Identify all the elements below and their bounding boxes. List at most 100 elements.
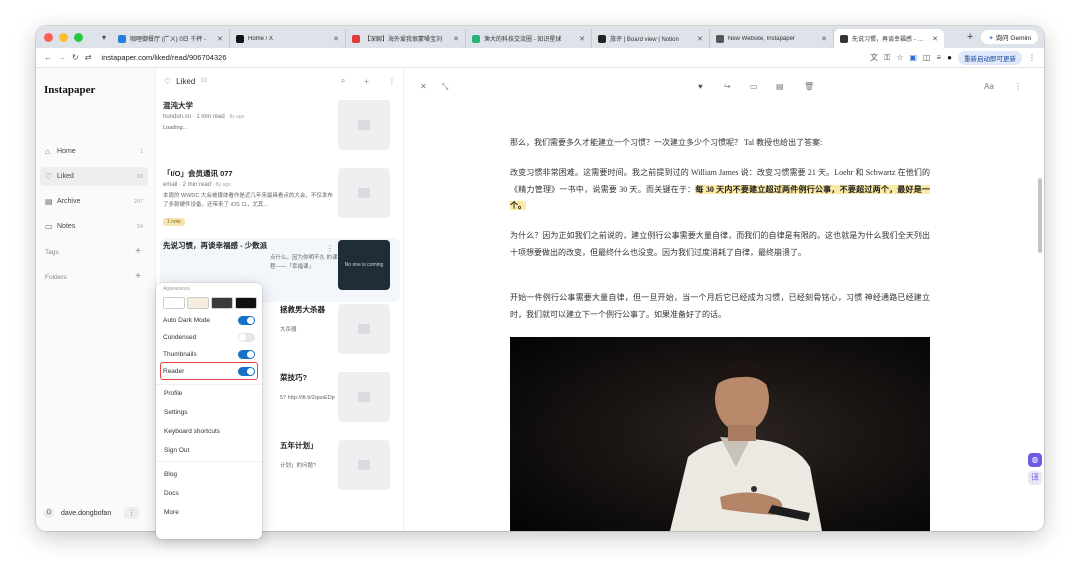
toggle-switch[interactable] bbox=[238, 315, 255, 325]
tab-close-icon[interactable]: ✕ bbox=[453, 35, 459, 43]
profile-avatar-icon[interactable]: ● bbox=[947, 53, 952, 62]
window-controls bbox=[36, 32, 96, 42]
menu-item[interactable]: Keyboard shortcuts bbox=[164, 428, 220, 435]
update-button[interactable]: 重新启动即可更新 bbox=[958, 50, 1022, 65]
thumbnail-text: No one is coming bbox=[344, 262, 384, 268]
toggle-row-condensed: Condensed bbox=[163, 330, 255, 344]
theme-swatch-sepia[interactable] bbox=[187, 297, 209, 309]
more-icon[interactable]: ⋮ bbox=[124, 507, 140, 519]
tab-2[interactable]: 【深聊】海外爱我很蒙嗓宝刘 ✕ bbox=[346, 29, 466, 48]
tab-3[interactable]: 渔大的科技交流圈 - 知识星球 ✕ bbox=[466, 29, 592, 48]
close-icon[interactable]: ✕ bbox=[420, 82, 427, 91]
gemini-button[interactable]: ✦ 询问 Gemini bbox=[981, 30, 1038, 44]
article-thumbnail: No one is coming bbox=[338, 240, 390, 290]
translate-float-icon[interactable]: 译 bbox=[1028, 471, 1042, 485]
sidebar-item-count: 54 bbox=[136, 223, 143, 230]
reader-more-icon[interactable]: ⋮ bbox=[1014, 82, 1022, 91]
menu-item[interactable]: Sign Out bbox=[164, 447, 189, 454]
expand-icon[interactable]: ⤡ bbox=[442, 82, 448, 92]
toggle-label: Auto Dark Mode bbox=[163, 316, 210, 324]
avatar: D bbox=[44, 508, 54, 518]
tab-close-icon[interactable]: ✕ bbox=[821, 35, 827, 43]
folder-icon[interactable]: ▭ bbox=[750, 82, 758, 91]
tab-close-icon[interactable]: ✕ bbox=[333, 35, 339, 43]
list-item[interactable]: 混沌大学 hundun.cn · 1 min read · 8y ago Loadi… bbox=[160, 98, 400, 162]
menu-item[interactable]: Blog bbox=[164, 471, 177, 478]
maximize-window-button[interactable] bbox=[74, 32, 83, 42]
search-icon[interactable]: ⌕ bbox=[341, 76, 345, 86]
sidebar-item-liked[interactable]: ♡ Liked 10 bbox=[40, 167, 148, 186]
add-folder-icon[interactable]: + bbox=[135, 272, 141, 282]
tab-0[interactable]: 咖哩御餐厅 (广ㄨ) 0日 千秤 - ✕ bbox=[112, 29, 230, 48]
back-icon[interactable]: ← bbox=[44, 53, 52, 62]
list-more-icon[interactable]: ⋮ bbox=[388, 77, 396, 86]
article-thumbnail bbox=[338, 304, 390, 354]
trash-icon[interactable]: 🗑 bbox=[804, 82, 814, 91]
address-bar[interactable]: instapaper.com/liked/read/906704326 bbox=[101, 53, 864, 62]
archive-icon[interactable]: ▤ bbox=[776, 82, 784, 91]
font-settings-button[interactable]: Aa bbox=[984, 82, 994, 91]
scrollbar[interactable] bbox=[1038, 178, 1042, 253]
new-tab-button[interactable]: + bbox=[959, 31, 981, 43]
tab-1[interactable]: Home / X ✕ bbox=[230, 29, 346, 48]
add-tag-icon[interactable]: + bbox=[135, 247, 141, 257]
translate-icon[interactable]: 文 bbox=[870, 52, 878, 63]
toggle-switch[interactable] bbox=[238, 332, 255, 342]
archive-icon: ▤ bbox=[45, 197, 53, 206]
sidebar-item-count: 10 bbox=[136, 173, 143, 180]
browser-menu-icon[interactable]: ⋮ bbox=[1028, 53, 1036, 62]
bookmark-star-icon[interactable]: ☆ bbox=[896, 53, 903, 62]
tab-search-chevron-icon[interactable]: ▾ bbox=[96, 33, 112, 42]
extension-icon[interactable]: ▣ bbox=[909, 53, 917, 62]
menu-item[interactable]: Profile bbox=[164, 390, 182, 397]
menu-item[interactable]: More bbox=[164, 509, 179, 516]
sidebar-item-home[interactable]: ⌂ Home 1 bbox=[40, 142, 148, 161]
sidebar-item-label: Home bbox=[57, 148, 76, 155]
article-age: · 8y ago bbox=[226, 114, 245, 120]
theme-swatch-gray[interactable] bbox=[211, 297, 233, 309]
user-account[interactable]: D dave.dongbofan ⋮ bbox=[44, 507, 140, 519]
sidebar-item-notes[interactable]: ▭ Notes 54 bbox=[40, 217, 148, 236]
password-key-icon[interactable]: ⚿ bbox=[884, 53, 890, 63]
reload-icon[interactable]: ↻ bbox=[72, 53, 79, 62]
forward-icon[interactable]: → bbox=[58, 53, 66, 62]
tab-bar: ▾ 咖哩御餐厅 (广ㄨ) 0日 千秤 - ✕ Home / X ✕ 【深聊】海外爱我很蒙… bbox=[36, 26, 1044, 48]
tab-close-icon[interactable]: ✕ bbox=[697, 35, 703, 43]
sidebar: Instapaper ⌂ Home 1 ♡ Liked 10 ▤ Archive 297 ▭ Not… bbox=[36, 68, 156, 531]
gemini-label: 询问 Gemini bbox=[995, 35, 1031, 42]
tab-6[interactable]: 先说习惯，再谈幸福感 - 少数 ✕ bbox=[834, 29, 944, 48]
tab-close-icon[interactable]: ✕ bbox=[932, 35, 938, 43]
list-header: ♡ Liked 10 ⌕ + ⋮ bbox=[164, 76, 396, 86]
tab-5[interactable]: New Website, Instapaper ✕ bbox=[710, 29, 834, 48]
menu-item[interactable]: Settings bbox=[164, 409, 188, 416]
tab-favicon-icon bbox=[118, 34, 126, 43]
add-icon[interactable]: + bbox=[364, 77, 369, 86]
minimize-window-button[interactable] bbox=[59, 32, 68, 42]
article-more-icon[interactable]: ⋮ bbox=[326, 244, 334, 253]
list-item[interactable]: 「I/O」会员通讯 077 email · 2 min read · 8y ago… bbox=[160, 166, 400, 230]
reading-list-icon[interactable]: ≡ bbox=[936, 53, 941, 62]
toggle-label: Condensed bbox=[163, 333, 197, 341]
tab-close-icon[interactable]: ✕ bbox=[579, 35, 585, 43]
image-placeholder-icon bbox=[358, 324, 370, 334]
tab-4[interactable]: 旅评 | Board view | Notion ✕ bbox=[592, 29, 710, 48]
tab-label: 旅评 | Board view | Notion bbox=[610, 37, 679, 43]
sidebar-item-archive[interactable]: ▤ Archive 297 bbox=[40, 192, 148, 211]
site-settings-icon[interactable]: ⇄ bbox=[85, 53, 92, 62]
note-badge[interactable]: 1 note bbox=[163, 218, 185, 226]
tab-label: New Website, Instapaper bbox=[728, 35, 795, 42]
appearance-menu: Appearance Auto Dark Mode Condensed Thumbn… bbox=[156, 283, 262, 539]
puzzle-icon[interactable]: ◫ bbox=[923, 53, 931, 62]
brand-logo[interactable]: Instapaper bbox=[44, 84, 95, 96]
close-window-button[interactable] bbox=[44, 32, 53, 42]
heart-filled-icon[interactable]: ♥ bbox=[698, 82, 703, 91]
share-icon[interactable]: ↪ bbox=[724, 82, 731, 91]
article-title: 五年计划」 bbox=[280, 441, 318, 450]
menu-item[interactable]: Docs bbox=[164, 490, 179, 497]
extension-float-icon[interactable]: ◍ bbox=[1028, 453, 1042, 467]
theme-swatch-white[interactable] bbox=[163, 297, 185, 309]
sidebar-item-label: Archive bbox=[57, 198, 81, 205]
toggle-switch[interactable] bbox=[238, 349, 255, 359]
tab-close-icon[interactable]: ✕ bbox=[217, 35, 223, 43]
theme-swatch-dark[interactable] bbox=[235, 297, 257, 309]
